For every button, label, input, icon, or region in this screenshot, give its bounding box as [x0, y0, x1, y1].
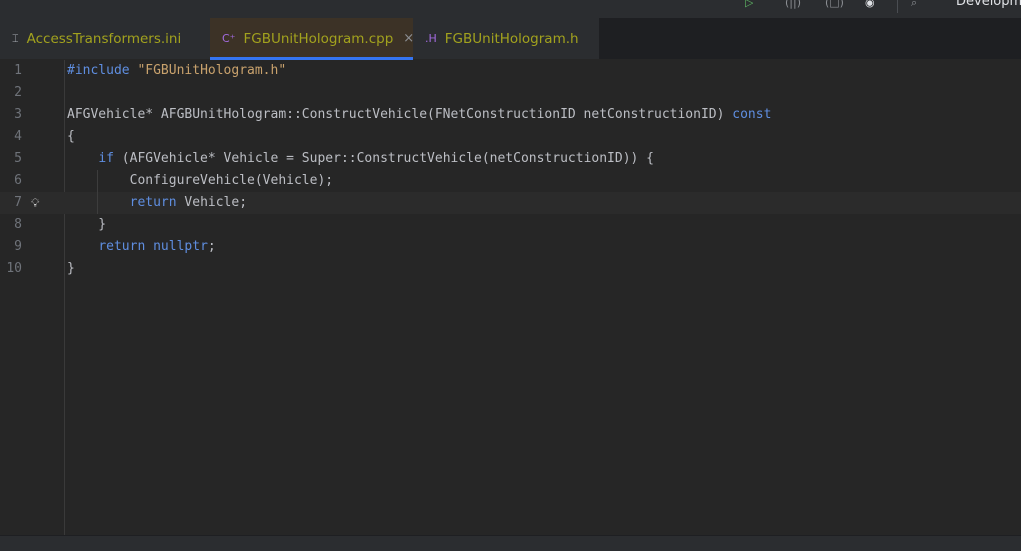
tab-label: AccessTransformers.ini [26, 30, 182, 47]
code-line[interactable]: 3 AFGVehicle* AFGBUnitHologram::Construct… [0, 104, 1021, 126]
code-line[interactable]: 5 if (AFGVehicle* Vehicle = Super::Const… [0, 148, 1021, 170]
code-line[interactable]: 6 ConfigureVehicle(Vehicle); [0, 170, 1021, 192]
build-icon[interactable]: ◉ [865, 0, 875, 10]
code-text: } [67, 261, 75, 276]
tab-fgbunithologram-h[interactable]: .H FGBUnitHologram.h [413, 18, 599, 59]
code-text: } [67, 217, 107, 232]
status-bar [0, 535, 1021, 551]
line-number: 6 [14, 173, 22, 188]
tab-label: FGBUnitHologram.h [444, 30, 579, 47]
line-number: 5 [14, 151, 22, 166]
search-everywhere-icon[interactable]: ⌕ [911, 0, 917, 10]
debug-icon[interactable]: (||) [785, 0, 801, 10]
code-text: AFGVehicle* AFGBUnitHologram::ConstructV… [67, 107, 772, 122]
code-text: ConfigureVehicle(Vehicle); [67, 173, 334, 188]
code-text: return Vehicle; [129, 195, 248, 210]
header-file-icon: .H [425, 32, 437, 45]
stop-icon[interactable]: (□) [825, 0, 844, 10]
tab-fgbunithologram-cpp[interactable]: C⁺ FGBUnitHologram.cpp × [210, 18, 414, 60]
code-text: { [67, 129, 75, 144]
line-number: 2 [14, 85, 22, 100]
editor-tabs: ⌶ AccessTransformers.ini C⁺ FGBUnitHolog… [0, 18, 1021, 60]
code-line[interactable]: 2 [0, 82, 1021, 104]
line-number: 4 [14, 129, 22, 144]
ini-file-icon: ⌶ [12, 31, 19, 45]
cpp-file-icon: C⁺ [222, 32, 236, 45]
line-number: 3 [14, 107, 22, 122]
line-number: 9 [14, 239, 22, 254]
tab-accesstransformers-ini[interactable]: ⌶ AccessTransformers.ini [0, 18, 210, 59]
code-line[interactable]: 7 💡︎ return Vehicle; [0, 192, 1021, 214]
run-icon[interactable]: ▷ [745, 0, 753, 10]
indent-guide [97, 170, 98, 214]
code-line[interactable]: 8 } [0, 214, 1021, 236]
toolbar-divider [897, 0, 898, 13]
code-text: #include "FGBUnitHologram.h" [67, 63, 287, 78]
main-toolbar: ▷ (||) (□) ◉ ⌕ Development [0, 0, 1021, 18]
code-line[interactable]: 4{ [0, 126, 1021, 148]
line-number: 7 [14, 195, 22, 210]
run-configuration-selector[interactable]: Development [956, 0, 1021, 9]
lightbulb-icon[interactable]: 💡︎ [31, 192, 39, 214]
code-line[interactable]: 1 #include "FGBUnitHologram.h" [0, 60, 1021, 82]
line-number: 8 [14, 217, 22, 232]
line-number: 10 [6, 261, 22, 276]
code-text: if (AFGVehicle* Vehicle = Super::Constru… [98, 151, 655, 166]
line-number: 1 [14, 63, 22, 78]
code-text: return nullptr; [98, 239, 216, 254]
code-line[interactable]: 10} [0, 258, 1021, 280]
tab-label: FGBUnitHologram.cpp [243, 30, 394, 47]
code-editor[interactable]: 1 #include "FGBUnitHologram.h" 2 3 AFGVehicl… [0, 60, 1021, 280]
code-line[interactable]: 9 return nullptr; [0, 236, 1021, 258]
